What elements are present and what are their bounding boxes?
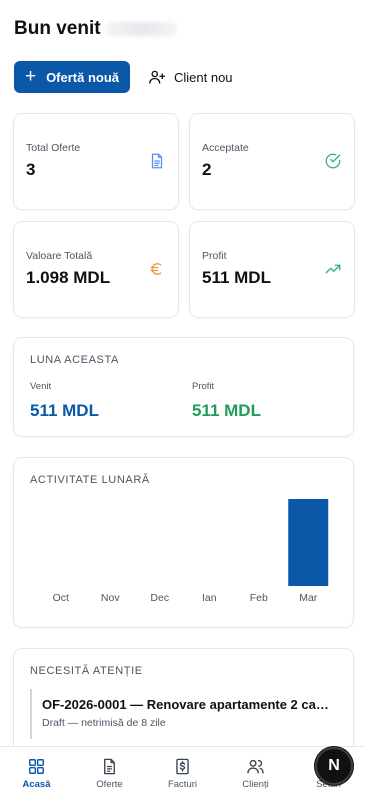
document-icon (151, 153, 163, 169)
floating-avatar-button[interactable]: N (315, 747, 353, 785)
attention-item[interactable]: OF-2026-0001 — Renovare apartamente 2 ca… (30, 689, 340, 739)
profit-value: 511 MDL (192, 401, 261, 420)
trending-up-icon (325, 264, 341, 274)
tab-invoices[interactable]: Facturi (146, 747, 219, 797)
attention-item-title: OF-2026-0001 — Renovare apartamente 2 ca… (42, 697, 340, 712)
chart-tick-label: Mar (299, 592, 318, 604)
plus-icon: + (24, 65, 37, 87)
new-client-button[interactable]: Client nou (148, 61, 233, 93)
chart-tick-label: Ian (202, 592, 217, 604)
profit-label: Profit (192, 381, 215, 392)
tab-clients[interactable]: Clienți (219, 747, 292, 797)
document-icon (104, 758, 115, 775)
user-name-redacted (104, 22, 177, 36)
needs-attention-card: NECESITĂ ATENȚIE OF-2026-0001 — Renovare… (13, 648, 354, 758)
stat-label: Profit (202, 250, 227, 262)
stat-card-total-offers[interactable]: Total Oferte 3 (13, 113, 179, 210)
page-greeting: Bun venit (14, 16, 177, 42)
greeting-text: Bun venit (14, 18, 101, 39)
chart-bar-mar (288, 499, 329, 586)
tab-label: Acasă (22, 779, 51, 790)
stat-value: 1.098 MDL (26, 268, 111, 287)
invoice-dollar-icon (176, 758, 189, 775)
user-plus-icon (149, 70, 166, 84)
tab-home[interactable]: Acasă (0, 747, 73, 797)
attention-item-subtitle: Draft — netrimisă de 8 zile (42, 717, 166, 729)
users-icon (247, 759, 264, 774)
stat-card-profit[interactable]: Profit 511 MDL (189, 221, 355, 318)
this-month-card: LUNA ACEASTA Venit 511 MDL Profit 511 MD… (13, 337, 354, 437)
stat-label: Valoare Totală (26, 250, 93, 262)
tab-label: Oferte (96, 779, 123, 790)
revenue-label: Venit (30, 381, 52, 392)
section-title: NECESITĂ ATENȚIE (30, 665, 143, 677)
euro-icon (150, 263, 162, 275)
stat-label: Acceptate (202, 142, 249, 154)
monthly-activity-card: ACTIVITATE LUNARĂ Oct Nov Dec Ian Feb Mar (13, 457, 354, 628)
check-circle-icon (325, 153, 341, 169)
section-title: LUNA ACEASTA (30, 354, 119, 366)
stat-value: 511 MDL (202, 268, 271, 287)
stat-card-total-value[interactable]: Valoare Totală 1.098 MDL (13, 221, 179, 318)
chart-tick-label: Feb (250, 592, 268, 604)
chart-tick-label: Nov (101, 592, 120, 604)
chart-tick-label: Dec (150, 592, 169, 604)
new-client-label: Client nou (174, 69, 233, 85)
quick-actions: + Ofertă nouă Client nou (14, 61, 233, 93)
tab-label: Clienți (242, 779, 269, 790)
revenue-value: 511 MDL (30, 401, 99, 420)
chart-tick-label: Oct (53, 592, 69, 604)
new-offer-label: Ofertă nouă (46, 69, 120, 85)
home-grid-icon (29, 759, 44, 774)
tab-offers[interactable]: Oferte (73, 747, 146, 797)
stat-value: 2 (202, 160, 212, 179)
tab-label: Facturi (167, 779, 198, 790)
stat-card-accepted[interactable]: Acceptate 2 (189, 113, 355, 210)
bottom-tab-bar: Acasă Oferte Facturi Clienți Setări (0, 746, 365, 797)
monthly-activity-chart: Oct Nov Dec Ian Feb Mar (53, 499, 329, 604)
new-offer-button[interactable]: + Ofertă nouă (14, 61, 130, 93)
stat-value: 3 (26, 160, 36, 179)
stat-label: Total Oferte (26, 142, 81, 154)
